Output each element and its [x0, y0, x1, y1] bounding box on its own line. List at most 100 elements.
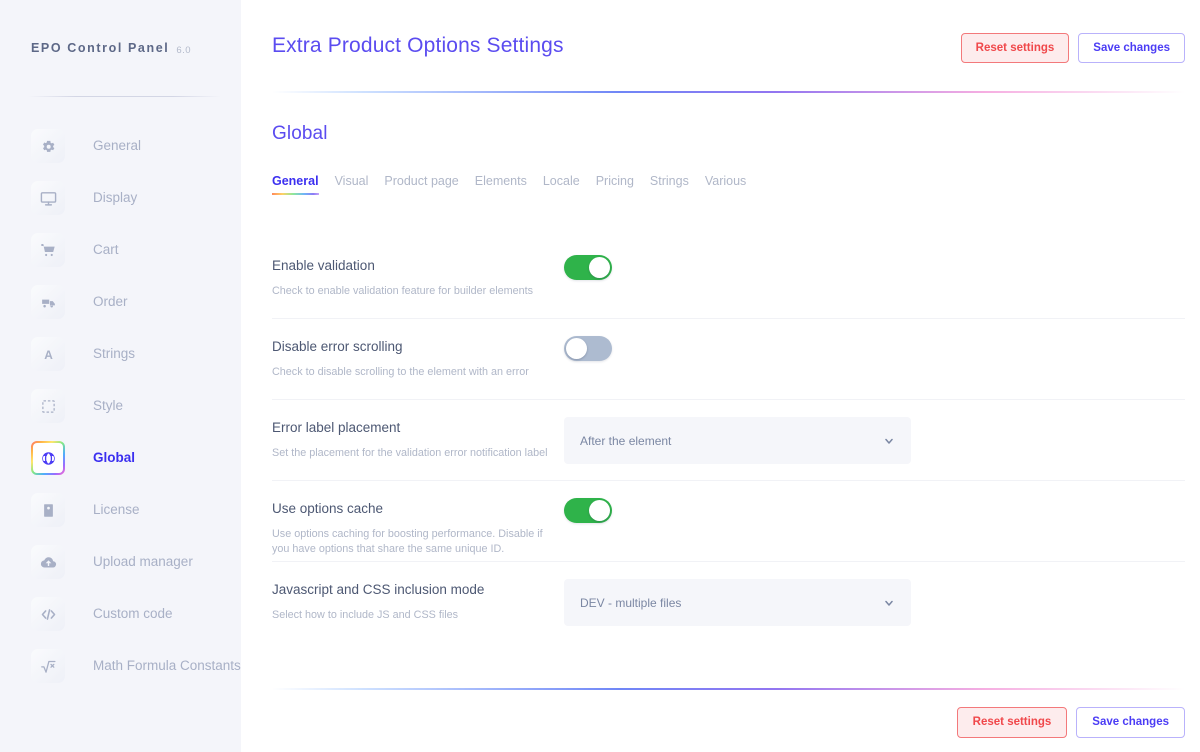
tab-various[interactable]: Various	[705, 174, 746, 195]
toggle-knob	[566, 338, 587, 359]
toggle-knob	[589, 257, 610, 278]
section-title: Global	[272, 123, 328, 144]
setting-row: Use options cache Use options caching for…	[272, 481, 1185, 562]
setting-description: Check to disable scrolling to the elemen…	[272, 365, 529, 378]
footer-save-changes-button[interactable]: Save changes	[1076, 707, 1185, 738]
setting-description: Select how to include JS and CSS files	[272, 608, 459, 621]
monitor-icon	[31, 181, 65, 215]
footer-actions: Reset settings Save changes	[956, 707, 1185, 738]
setting-description: Check to enable validation feature for b…	[272, 284, 534, 297]
setting-control	[564, 319, 1185, 361]
svg-text:A: A	[44, 347, 53, 361]
sidebar-item-label: Style	[93, 397, 124, 413]
toggle-switch[interactable]	[564, 336, 612, 361]
toggle-switch[interactable]	[564, 255, 612, 280]
sidebar-item-label: Custom code	[93, 605, 173, 621]
letter-a-icon: A	[31, 337, 65, 371]
setting-row: Disable error scrolling Check to disable …	[272, 319, 1185, 400]
tab-strings[interactable]: Strings	[650, 174, 689, 195]
sidebar-item-custom-code[interactable]: Custom code	[0, 588, 241, 640]
settings-list: Enable validation Check to enable validat…	[272, 238, 1185, 643]
truck-icon	[31, 285, 65, 319]
tab-locale[interactable]: Locale	[543, 174, 580, 195]
tab-general[interactable]: General	[272, 174, 319, 195]
sidebar-item-label: General	[93, 137, 142, 153]
setting-row: Javascript and CSS inclusion mode Select …	[272, 562, 1185, 643]
toggle-knob	[589, 500, 610, 521]
app-root: EPO Control Panel 6.0 General Display Cart…	[0, 0, 1200, 752]
square-root-icon	[31, 649, 65, 683]
tab-pricing[interactable]: Pricing	[596, 174, 634, 195]
tab-bar: General Visual Product page Elements Locale P…	[272, 174, 1185, 195]
page-title: Extra Product Options Settings	[272, 34, 564, 57]
select-value: After the element	[580, 433, 672, 448]
setting-row: Error label placement Set the placement f…	[272, 400, 1185, 481]
select-dropdown[interactable]: After the element	[564, 417, 911, 464]
cart-icon	[31, 233, 65, 267]
setting-text: Use options cache Use options caching for…	[272, 481, 564, 558]
sidebar-item-label: Math Formula Constants	[93, 657, 241, 673]
id-card-icon	[31, 493, 65, 527]
globe-icon	[31, 441, 65, 475]
footer-gradient-divider	[272, 688, 1185, 690]
reset-settings-button[interactable]: Reset settings	[960, 33, 1070, 63]
sidebar-item-upload-manager[interactable]: Upload manager	[0, 536, 241, 588]
setting-label: Javascript and CSS inclusion mode	[272, 582, 485, 597]
setting-text: Javascript and CSS inclusion mode Select …	[272, 562, 564, 623]
sidebar-item-global[interactable]: Global	[0, 432, 241, 484]
setting-control	[564, 238, 1185, 280]
dashed-square-icon	[31, 389, 65, 423]
tab-product-page[interactable]: Product page	[384, 174, 458, 195]
brand-version: 6.0	[176, 44, 192, 56]
sidebar-item-license[interactable]: License	[0, 484, 241, 536]
page-header: Extra Product Options Settings Reset set…	[241, 0, 1200, 63]
select-dropdown[interactable]: DEV - multiple files	[564, 579, 911, 626]
setting-text: Error label placement Set the placement f…	[272, 400, 564, 461]
chevron-down-icon	[883, 597, 895, 609]
select-value: DEV - multiple files	[580, 595, 682, 610]
sidebar-item-label: Cart	[93, 241, 119, 257]
setting-text: Enable validation Check to enable validat…	[272, 238, 564, 299]
brand: EPO Control Panel 6.0	[0, 0, 241, 96]
setting-text: Disable error scrolling Check to disable …	[272, 319, 564, 380]
setting-label: Enable validation	[272, 258, 375, 273]
sidebar-nav: General Display Cart Order A Strings Style Glob…	[0, 96, 241, 692]
sidebar-item-label: Global	[93, 449, 136, 465]
tab-visual[interactable]: Visual	[335, 174, 369, 195]
sidebar-item-strings[interactable]: A Strings	[0, 328, 241, 380]
sidebar-item-order[interactable]: Order	[0, 276, 241, 328]
sidebar: EPO Control Panel 6.0 General Display Cart…	[0, 0, 241, 752]
sidebar-item-label: Upload manager	[93, 553, 193, 569]
chevron-down-icon	[883, 435, 895, 447]
sidebar-item-display[interactable]: Display	[0, 172, 241, 224]
sidebar-item-label: Display	[93, 189, 138, 205]
code-icon	[31, 597, 65, 631]
sidebar-item-style[interactable]: Style	[0, 380, 241, 432]
main-content: Extra Product Options Settings Reset set…	[241, 0, 1200, 752]
sidebar-item-math-formula-constants[interactable]: Math Formula Constants	[0, 640, 241, 692]
setting-control	[564, 481, 1185, 523]
sidebar-divider	[28, 96, 221, 97]
setting-label: Error label placement	[272, 420, 401, 435]
toggle-switch[interactable]	[564, 498, 612, 523]
settings-section: Global General Visual Product page Elements…	[241, 93, 1200, 643]
sidebar-item-label: Strings	[93, 345, 136, 361]
setting-control: DEV - multiple files	[564, 562, 1185, 626]
sidebar-item-general[interactable]: General	[0, 120, 241, 172]
save-changes-button[interactable]: Save changes	[1078, 33, 1185, 63]
header-actions: Reset settings Save changes	[960, 33, 1185, 63]
tab-elements[interactable]: Elements	[475, 174, 527, 195]
setting-row: Enable validation Check to enable validat…	[272, 238, 1185, 319]
sidebar-item-label: Order	[93, 293, 128, 309]
setting-label: Disable error scrolling	[272, 339, 403, 354]
setting-control: After the element	[564, 400, 1185, 464]
setting-description: Use options caching for boosting perform…	[272, 527, 543, 556]
cloud-upload-icon	[31, 545, 65, 579]
sidebar-item-cart[interactable]: Cart	[0, 224, 241, 276]
gear-icon	[31, 129, 65, 163]
sidebar-item-label: License	[93, 501, 140, 517]
brand-name: EPO Control Panel	[31, 41, 170, 55]
setting-description: Set the placement for the validation err…	[272, 446, 548, 459]
setting-label: Use options cache	[272, 501, 384, 516]
footer-reset-settings-button[interactable]: Reset settings	[956, 707, 1068, 738]
